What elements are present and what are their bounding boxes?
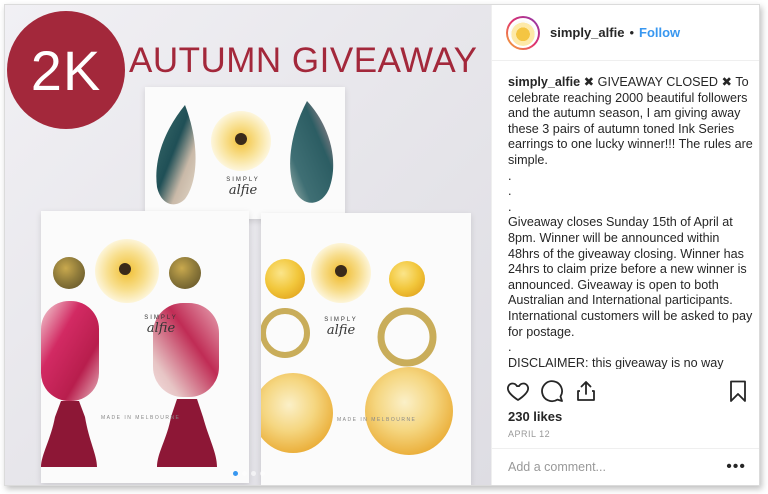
post-header: simply_alfie • Follow [492,5,759,61]
post-modal: SIMPLY alfie SIMPLY alfie MADE IN MELBOU… [4,4,760,486]
caption-line: . [508,340,512,355]
avatar[interactable] [506,15,540,50]
brand-script-text: alfie [146,321,176,336]
carousel-dot[interactable] [251,471,256,476]
made-in-label: MADE IN MELBOURNE [337,417,417,423]
share-icon[interactable] [574,379,600,405]
earring-card-top: SIMPLY alfie [145,87,345,219]
card-brand-mark: SIMPLY alfie [321,317,361,338]
comment-bar: ••• [492,448,759,485]
brand-script-text: alfie [326,323,356,338]
header-username[interactable]: simply_alfie [550,25,624,40]
earring-card-right: SIMPLY alfie MADE IN MELBOURNE [261,213,471,485]
speech-bubble-icon[interactable] [540,379,566,405]
post-caption: simply_alfie ✖ GIVEAWAY CLOSED ✖ To cele… [508,75,754,369]
right-earrings-illustration [261,243,453,455]
bookmark-icon[interactable] [726,379,752,405]
caption-username[interactable]: simply_alfie [508,75,580,89]
earring-card-left: SIMPLY alfie MADE IN MELBOURNE [41,211,249,483]
post-actions [506,379,750,407]
made-in-label: MADE IN MELBOURNE [101,415,181,421]
avatar-image [508,17,538,48]
caption-line: . [508,184,512,199]
like-count[interactable]: 230 likes [508,409,562,424]
carousel-dot[interactable] [260,471,265,476]
brand-script-text: alfie [228,183,258,198]
header-separator: • [629,25,634,40]
carousel-dot[interactable] [233,471,238,476]
left-earrings-illustration [41,239,219,467]
caption-line: . [508,199,512,214]
heart-icon[interactable] [506,379,532,405]
post-info-panel: simply_alfie • Follow simply_alfie ✖ GIV… [491,5,759,485]
carousel-dots [233,471,265,476]
caption-line: DISCLAIMER: this giveaway is no way endo… [508,355,724,369]
card-brand-mark: SIMPLY alfie [223,177,263,198]
carousel-dot[interactable] [242,471,247,476]
caption-line: Giveaway closes Sunday 15th of April at … [508,215,753,339]
flower-logo-icon [510,19,536,46]
caption-line: . [508,168,512,183]
card-brand-mark: SIMPLY alfie [141,315,181,336]
caption-paragraph: simply_alfie ✖ GIVEAWAY CLOSED ✖ To cele… [508,75,754,169]
post-photo[interactable]: SIMPLY alfie SIMPLY alfie MADE IN MELBOU… [5,5,491,485]
comment-input[interactable] [508,460,727,474]
followers-badge: 2K [7,11,125,129]
post-date: APRIL 12 [508,429,551,439]
top-earrings-illustration [156,101,334,205]
more-options-icon[interactable]: ••• [726,459,746,475]
follow-button[interactable]: Follow [639,25,680,40]
giveaway-headline: AUTUMN GIVEAWAY [129,41,478,80]
